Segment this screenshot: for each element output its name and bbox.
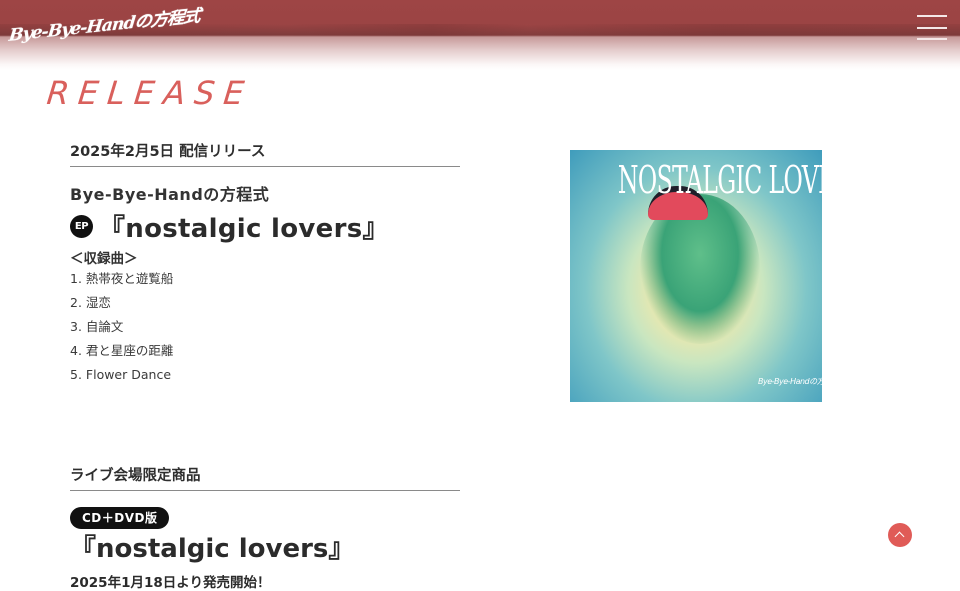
tracklist-label: ＜収録曲＞ (70, 251, 138, 267)
track-item: 2. 湿恋 (70, 295, 111, 310)
limited-release-note: 2025年1月18日より発売開始！ (70, 575, 271, 591)
menu-line (917, 38, 947, 40)
album-title-row: EP 『nostalgic lovers』 (70, 209, 460, 244)
format-badge: CD＋DVD版 (70, 507, 170, 529)
track-item: 5. Flower Dance (70, 367, 172, 382)
artist-name: Bye-Bye-Handの方程式 (70, 185, 270, 204)
album-title: 『nostalgic lovers』 (99, 213, 389, 244)
cover-title: NOSTALGIC LOVERS (617, 158, 822, 202)
cover-logo: Bye-Bye-Handの方程式 (758, 377, 822, 386)
limited-album-title: 『nostalgic lovers』 (70, 534, 355, 564)
site-header: Bye-Bye-Handの方程式 (0, 0, 960, 70)
track-list: 1. 熱帯夜と遊覧船 2. 湿恋 3. 自論文 4. 君と星座の距離 5. Fl… (70, 267, 460, 387)
back-to-top-button[interactable] (888, 523, 912, 547)
section-title: RELEASE (45, 74, 255, 112)
site-logo[interactable]: Bye-Bye-Handの方程式 (7, 2, 201, 57)
album-cover-image: NOSTALGIC LOVERS Bye-Bye-Handの方程式 (570, 150, 822, 402)
menu-line (917, 15, 947, 17)
track-item: 3. 自論文 (70, 319, 124, 334)
release-info: 2025年2月5日 配信リリース Bye-Bye-Handの方程式 EP 『no… (70, 140, 460, 387)
hamburger-menu-icon[interactable] (914, 12, 948, 40)
ep-badge: EP (70, 214, 93, 238)
limited-heading: ライブ会場限定商品 (70, 464, 460, 491)
limited-item-info: ライブ会場限定商品 CD＋DVD版 『nostalgic lovers』 202… (70, 464, 460, 591)
track-item: 1. 熱帯夜と遊覧船 (70, 271, 174, 286)
track-item: 4. 君と星座の距離 (70, 343, 174, 358)
menu-line (917, 27, 947, 29)
release-date-heading: 2025年2月5日 配信リリース (70, 140, 460, 167)
